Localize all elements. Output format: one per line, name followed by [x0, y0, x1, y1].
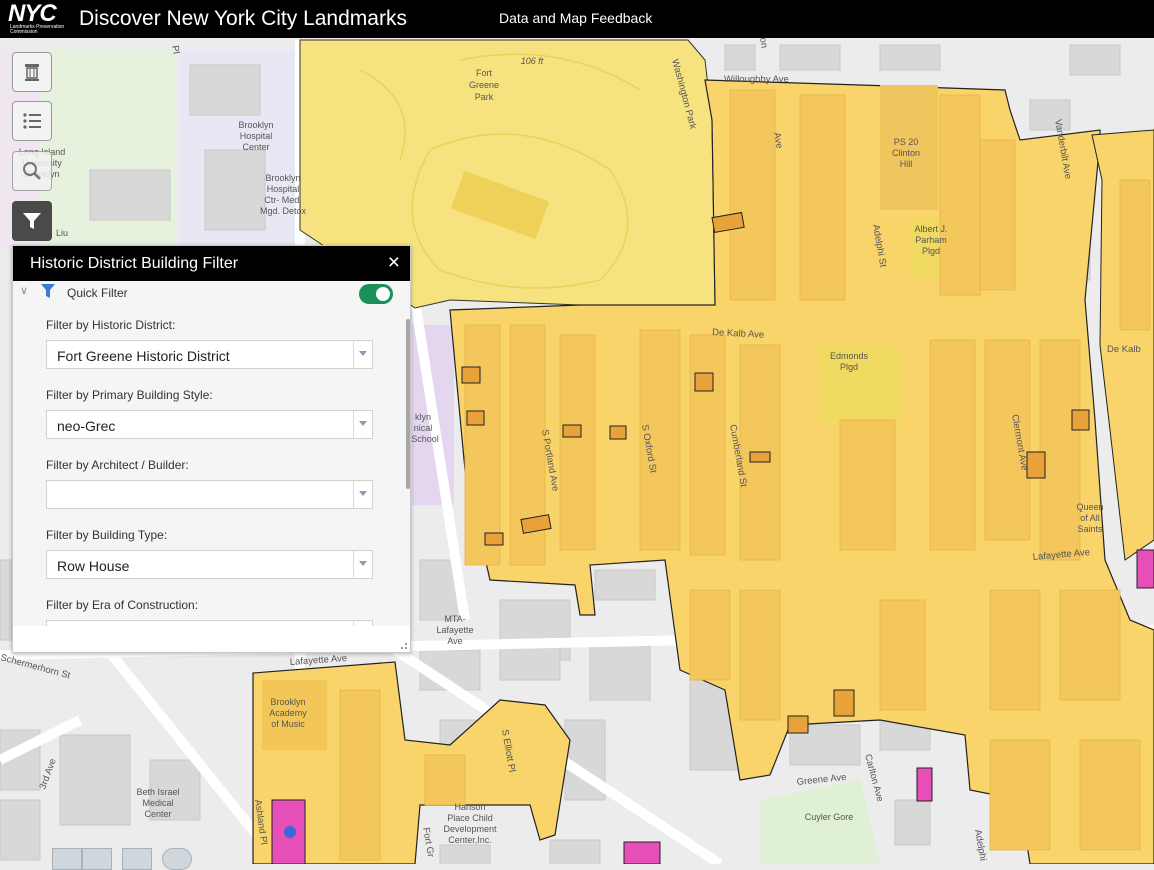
- building-style-select[interactable]: neo-Grec: [46, 410, 373, 439]
- poi-label: Ctr- Med.: [264, 195, 302, 205]
- zoom-out-button[interactable]: [82, 848, 112, 870]
- search-icon: [23, 162, 41, 180]
- poi-label: Edmonds: [830, 351, 869, 361]
- feedback-link[interactable]: Data and Map Feedback: [499, 10, 652, 26]
- nyc-lpc-logo[interactable]: NYC Landmarks Preservation Commission: [8, 0, 70, 35]
- poi-label: Cuyler Gore: [805, 812, 854, 822]
- poi-label: Academy: [269, 708, 307, 718]
- map-label: 106 ft: [521, 56, 544, 66]
- poi-label: Plgd: [840, 362, 858, 372]
- filter-label-era: Filter by Era of Construction:: [46, 598, 199, 612]
- street-label: on: [757, 38, 770, 49]
- landmark-icon: [25, 64, 39, 81]
- map-label: Fort: [476, 68, 493, 78]
- poi-label: Hospital: [240, 131, 273, 141]
- poi-label: Saints: [1077, 524, 1103, 534]
- poi-label: Queen: [1076, 502, 1103, 512]
- quick-filter-row[interactable]: ∨ Quick Filter: [13, 281, 403, 305]
- street-label: De Kalb: [1107, 344, 1141, 355]
- map-label: Park: [475, 92, 494, 102]
- historic-district-select[interactable]: Fort Greene Historic District: [46, 340, 373, 369]
- legend-list-icon: [23, 113, 41, 129]
- poi-label: nical: [414, 423, 433, 433]
- filter-label-architect: Filter by Architect / Builder:: [46, 458, 189, 472]
- home-button[interactable]: [122, 848, 152, 870]
- app-header: NYC Landmarks Preservation Commission Di…: [0, 0, 1154, 38]
- poi-label: Ave: [447, 636, 462, 646]
- filter-label-building-style: Filter by Primary Building Style:: [46, 388, 213, 402]
- legend-tool-button[interactable]: [12, 101, 52, 141]
- chevron-down-icon[interactable]: [353, 481, 372, 508]
- chevron-down-icon[interactable]: [353, 621, 372, 626]
- poi-label: klyn: [415, 412, 431, 422]
- street-label: Willoughby Ave: [724, 74, 789, 85]
- poi-label: Place Child: [447, 813, 493, 823]
- chevron-down-icon[interactable]: [353, 341, 372, 368]
- panel-scrollbar[interactable]: [406, 319, 410, 489]
- poi-label: Clinton: [892, 148, 920, 158]
- chevron-down-icon[interactable]: ∨: [20, 284, 28, 297]
- poi-label: Brooklyn: [238, 120, 273, 130]
- poi-label: MTA-: [444, 614, 465, 624]
- poi-label: Medical: [142, 798, 173, 808]
- era-select[interactable]: [46, 620, 373, 626]
- poi-label: Brooklyn: [265, 173, 300, 183]
- chevron-down-icon[interactable]: [353, 551, 372, 578]
- select-value: neo-Grec: [57, 418, 116, 434]
- architect-select[interactable]: [46, 480, 373, 509]
- select-value: Fort Greene Historic District: [57, 348, 230, 364]
- panel-header: Historic District Building Filter ×: [13, 246, 410, 281]
- quick-filter-label: Quick Filter: [67, 286, 128, 300]
- poi-label: Albert J.: [914, 224, 947, 234]
- map-label: Greene: [469, 80, 499, 90]
- poi-label: Mgd. Detox: [260, 206, 307, 216]
- search-tool-button[interactable]: [12, 151, 52, 191]
- poi-label: Plgd: [922, 246, 940, 256]
- poi-label: Center,Inc.: [448, 835, 492, 845]
- poi-label: Hanson: [454, 802, 485, 812]
- poi-label: Beth Israel: [136, 787, 179, 797]
- filter-panel: Historic District Building Filter × ∨ Qu…: [12, 245, 411, 653]
- poi-label: Hospital: [267, 184, 300, 194]
- panel-body[interactable]: ∨ Quick Filter Filter by Historic Distri…: [13, 281, 410, 626]
- poi-label: Lafayette: [436, 625, 473, 635]
- select-value: Row House: [57, 558, 130, 574]
- poi-label: School: [411, 434, 439, 444]
- close-icon[interactable]: ×: [388, 250, 400, 276]
- quick-filter-toggle[interactable]: [359, 284, 393, 304]
- poi-label: of Music: [271, 719, 305, 729]
- panel-title: Historic District Building Filter: [30, 255, 239, 272]
- filter-tool-button[interactable]: [12, 201, 52, 241]
- poi-label: Parham: [915, 235, 947, 245]
- app-title: Discover New York City Landmarks: [79, 7, 407, 30]
- chevron-down-icon[interactable]: [353, 411, 372, 438]
- poi-label: Liu: [56, 228, 68, 238]
- poi-label: Center: [242, 142, 269, 152]
- locate-button[interactable]: [162, 848, 192, 870]
- filter-label-historic-district: Filter by Historic District:: [46, 318, 176, 332]
- poi-label: Hill: [900, 159, 913, 169]
- poi-label: Development: [443, 824, 497, 834]
- poi-label: of All: [1080, 513, 1100, 523]
- filter-icon: [23, 213, 41, 229]
- resize-handle-icon[interactable]: [400, 642, 408, 650]
- landmark-tool-button[interactable]: [12, 52, 52, 92]
- building-type-select[interactable]: Row House: [46, 550, 373, 579]
- zoom-in-button[interactable]: [52, 848, 82, 870]
- filter-label-building-type: Filter by Building Type:: [46, 528, 168, 542]
- poi-label: Brooklyn: [270, 697, 305, 707]
- filter-icon: [41, 284, 55, 298]
- logo-subtitle-2: Commission: [10, 29, 38, 35]
- poi-label: PS 20: [894, 137, 919, 147]
- poi-label: Center: [144, 809, 171, 819]
